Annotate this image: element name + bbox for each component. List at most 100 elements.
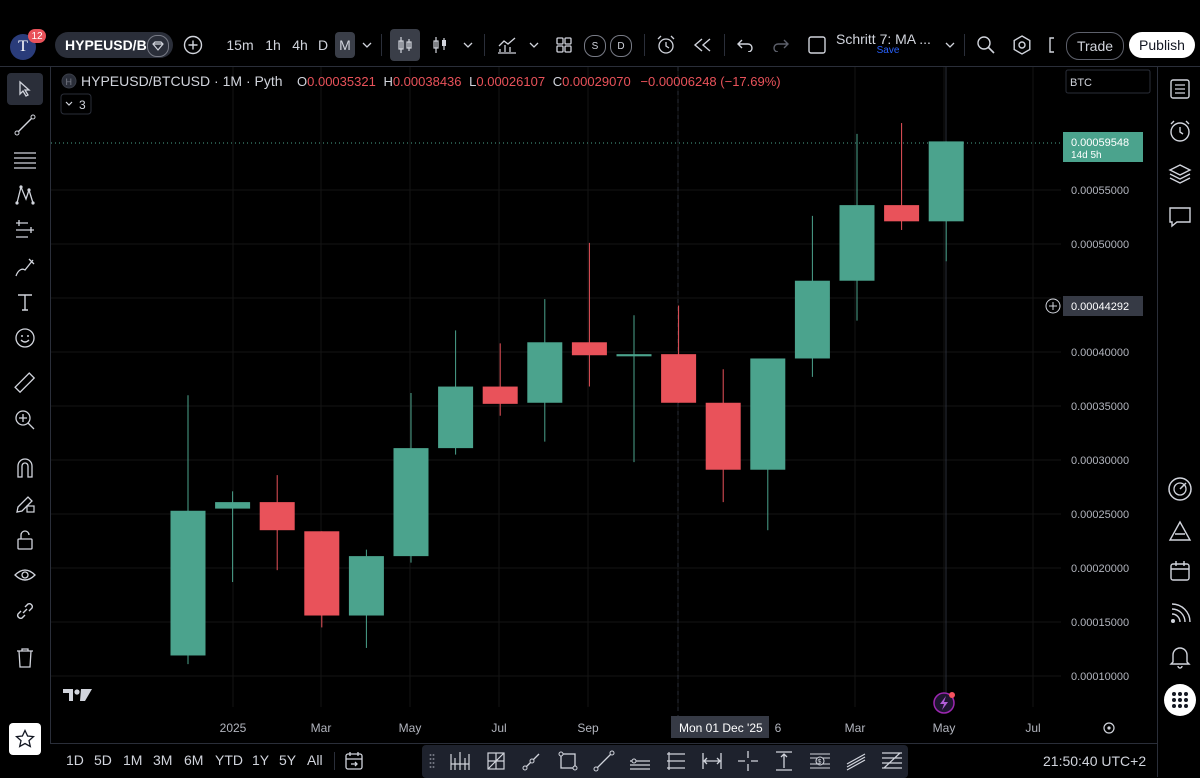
- price-axis[interactable]: 0.00010000 0.00015000 0.00020000 0.00025000…: [1071, 185, 1129, 683]
- trend-line-tool[interactable]: [7, 109, 43, 141]
- interval-1h[interactable]: 1h: [261, 34, 285, 56]
- bar-chart-type-button[interactable]: [428, 34, 452, 56]
- apps-button[interactable]: [1164, 684, 1196, 716]
- emoji-tool[interactable]: [7, 322, 43, 354]
- layout-checkbox[interactable]: [806, 34, 828, 56]
- stay-in-drawing-tool[interactable]: [7, 488, 43, 520]
- indicators-dropdown[interactable]: [526, 34, 542, 56]
- price-tick-label: 0.00050000: [1071, 239, 1129, 251]
- candle: [661, 305, 697, 403]
- fav-tool-trend-line[interactable]: [592, 749, 616, 773]
- signal-icon: [1171, 603, 1191, 623]
- forecast-tool[interactable]: [7, 214, 43, 246]
- favorites-tool[interactable]: [9, 723, 41, 755]
- replay-button[interactable]: [690, 34, 716, 56]
- fav-tool-crosshair[interactable]: [736, 749, 760, 773]
- zoom-tool[interactable]: [7, 404, 43, 436]
- axis-settings-button[interactable]: [1103, 722, 1115, 734]
- fav-tool-price-range[interactable]: [772, 749, 796, 773]
- indicators-toggle[interactable]: 3: [60, 93, 92, 115]
- chat-icon: [1169, 207, 1191, 228]
- magnet-tool[interactable]: [7, 452, 43, 484]
- redo-button[interactable]: [770, 34, 792, 56]
- range-3m[interactable]: 3M: [153, 752, 172, 768]
- hide-drawings-tool[interactable]: [7, 559, 43, 591]
- alert-button[interactable]: [653, 34, 679, 56]
- add-symbol-button[interactable]: [182, 34, 204, 56]
- range-5d[interactable]: 5D: [94, 752, 112, 768]
- ideas-button[interactable]: [1164, 515, 1196, 547]
- fullscreen-button[interactable]: [1046, 34, 1062, 56]
- range-all[interactable]: All: [307, 752, 323, 768]
- remove-drawings-tool[interactable]: [7, 642, 43, 674]
- notifications-button[interactable]: [1164, 641, 1196, 673]
- undo-button[interactable]: [734, 34, 756, 56]
- symbol-search-button[interactable]: HYPEUSD/B: [55, 32, 173, 58]
- settings-button[interactable]: [1010, 34, 1034, 56]
- trade-button[interactable]: Trade: [1066, 32, 1124, 60]
- diamond-icon[interactable]: [147, 35, 169, 57]
- fav-tool-date-range[interactable]: [700, 749, 724, 773]
- indicators-toggle-box[interactable]: [60, 93, 92, 115]
- candle: [794, 215, 830, 377]
- fav-tool-parallel-channel[interactable]: [844, 749, 868, 773]
- fib-tool[interactable]: [7, 144, 43, 176]
- brush-tool[interactable]: [7, 251, 43, 283]
- fav-tool-ray[interactable]: [520, 749, 544, 773]
- go-to-date-button[interactable]: [342, 749, 366, 773]
- fav-tool-sine[interactable]: $: [808, 749, 832, 773]
- chart-type-dropdown[interactable]: [460, 34, 476, 56]
- range-1y[interactable]: 1Y: [252, 752, 269, 768]
- chart-type-button[interactable]: [390, 29, 420, 61]
- lightning-button[interactable]: [933, 692, 955, 714]
- streams-button[interactable]: [1164, 598, 1196, 630]
- measure-tool[interactable]: [7, 367, 43, 399]
- interval-15m[interactable]: 15m: [224, 34, 256, 56]
- fav-tool-long-position[interactable]: [664, 749, 688, 773]
- calendar-button[interactable]: [1164, 555, 1196, 587]
- text-tool[interactable]: [7, 286, 43, 318]
- sync-drawings-tool[interactable]: [7, 595, 43, 627]
- layout-dropdown[interactable]: [942, 34, 958, 56]
- layout-name-button[interactable]: Schritt 7: MA ... Save: [836, 31, 940, 61]
- range-1m[interactable]: 1M: [123, 752, 142, 768]
- lock-drawings-tool[interactable]: [7, 524, 43, 556]
- object-tree-button[interactable]: [1164, 158, 1196, 190]
- publish-button[interactable]: Publish: [1129, 32, 1195, 58]
- save-slot-s-button[interactable]: S: [584, 35, 606, 57]
- interval-d[interactable]: D: [314, 34, 332, 56]
- range-ytd[interactable]: YTD: [215, 752, 243, 768]
- save-slot-d-button[interactable]: D: [610, 35, 632, 57]
- time-axis[interactable]: 2025 Mar May Jul Sep Mar May Jul 6: [220, 721, 1041, 735]
- fav-tool-rectangle[interactable]: [556, 749, 580, 773]
- chats-button[interactable]: [1164, 201, 1196, 233]
- quick-search-button[interactable]: [974, 34, 998, 56]
- watchlist-button[interactable]: [1164, 73, 1196, 105]
- fav-tool-horizontal-ray[interactable]: [628, 749, 652, 773]
- fav-tool-pitchfork[interactable]: [448, 749, 472, 773]
- indicators-button[interactable]: [494, 34, 520, 56]
- fav-tool-fib-retracement[interactable]: [880, 749, 904, 773]
- cursor-tool[interactable]: [7, 73, 43, 105]
- pattern-tool[interactable]: [7, 179, 43, 211]
- legend-c-value: 0.00029070: [562, 74, 631, 89]
- interval-m[interactable]: M: [335, 32, 355, 58]
- interval-4h[interactable]: 4h: [288, 34, 312, 56]
- candles-icon: [398, 37, 412, 53]
- logo-letter-h: H: [66, 77, 73, 87]
- interval-dropdown[interactable]: [359, 34, 375, 56]
- alerts-panel-button[interactable]: [1164, 115, 1196, 147]
- technicals-button[interactable]: [1164, 473, 1196, 505]
- crosshair-price-tag[interactable]: 0.00044292: [1045, 296, 1143, 316]
- drag-handle[interactable]: [426, 749, 438, 773]
- range-6m[interactable]: 6M: [184, 752, 203, 768]
- range-5y[interactable]: 5Y: [279, 752, 296, 768]
- chart-pane[interactable]: 0.00010000 0.00015000 0.00020000 0.00025000…: [51, 67, 1157, 743]
- compare-symbol-field[interactable]: BTC: [1065, 69, 1151, 94]
- fav-tool-gann-box[interactable]: [484, 749, 508, 773]
- layouts-button[interactable]: [552, 34, 576, 56]
- cursor-icon: [19, 80, 31, 97]
- clock[interactable]: 21:50:40 UTC+2: [1043, 753, 1146, 769]
- range-1d[interactable]: 1D: [66, 752, 84, 768]
- divider: [644, 34, 645, 56]
